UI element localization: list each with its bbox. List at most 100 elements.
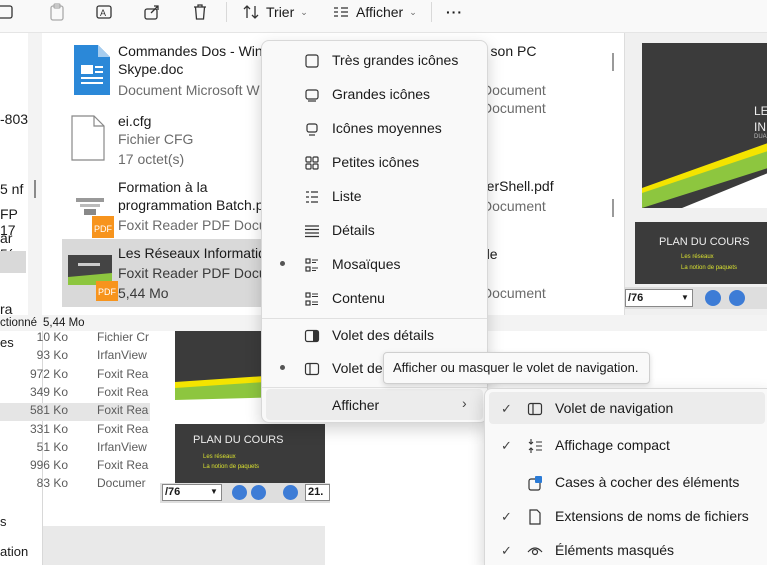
last-page-icon[interactable]	[251, 485, 266, 500]
delete-button[interactable]	[191, 0, 209, 24]
scrollbar-thumb[interactable]	[612, 53, 614, 71]
more-options-button[interactable]: ···	[446, 0, 463, 24]
sort-button[interactable]: Trier ⌄	[242, 0, 308, 24]
extra-large-icons-icon	[305, 54, 319, 68]
file-name-fragment: r son PC	[482, 43, 537, 59]
file-name: Formation à la	[118, 179, 208, 195]
file-type: Document Microsoft W	[118, 82, 260, 98]
selected-bullet-icon	[280, 261, 285, 266]
list-icon	[306, 191, 318, 203]
view-label: Afficher	[356, 4, 404, 20]
background-strip	[43, 526, 325, 565]
scrollbar-thumb[interactable]	[612, 199, 614, 217]
file-type: Foxit Reader PDF Docur	[118, 265, 272, 281]
list-item[interactable]: 83 Ko Documer	[0, 476, 150, 494]
list-item[interactable]: 331 Ko Foxit Rea	[0, 422, 150, 440]
compact-view-icon	[528, 439, 542, 453]
menu-item-small-icons[interactable]: Petites icônes	[266, 146, 483, 178]
share-icon	[144, 5, 159, 20]
copy-button[interactable]	[0, 0, 16, 24]
navigation-pane-icon	[527, 402, 543, 416]
medium-icons-icon	[306, 123, 318, 136]
paste-button[interactable]	[48, 0, 66, 24]
chevron-right-icon: ›	[462, 395, 467, 411]
navigation-pane-icon	[304, 362, 320, 376]
pdf-file-icon: PDF	[72, 188, 114, 238]
rename-icon: A	[96, 5, 112, 19]
menu-item-extra-large-icons[interactable]: Très grandes icônes	[266, 44, 483, 76]
check-icon: ✓	[501, 401, 512, 416]
toolbar-separator	[226, 2, 227, 22]
list-item[interactable]: 93 Ko IrfanView	[0, 348, 150, 366]
list-item[interactable]: 972 Ko Foxit Rea	[0, 367, 150, 385]
nav-fragment: es	[0, 335, 14, 350]
slide-thumbnail[interactable]: LES INI DUA	[642, 43, 767, 208]
pdf-nav-bar: /76 ▼	[625, 287, 767, 309]
large-icons-icon	[305, 89, 319, 102]
nav-fragment: ation	[0, 544, 29, 559]
file-name-fragment: rerShell.pdf	[482, 178, 554, 194]
last-page-icon[interactable]	[729, 290, 745, 306]
sort-label: Trier	[266, 4, 295, 20]
slide-thumbnail[interactable]: PLAN DU COURS Les réseaux La notion de p…	[635, 222, 767, 284]
file-name-line2: programmation Batch.p	[118, 197, 264, 213]
chevron-down-icon: ⌄	[300, 6, 308, 17]
file-size: 17 octet(s)	[118, 151, 185, 167]
details-pane-icon	[304, 329, 320, 343]
menu-item-details-pane[interactable]: Volet des détails	[266, 319, 483, 351]
file-size: 5,44 Mo	[118, 285, 169, 301]
file-type-fragment: Document	[482, 285, 546, 301]
dropdown-icon[interactable]: ▼	[210, 487, 218, 496]
submenu-item-file-extensions[interactable]: ✓ Extensions de noms de fichiers	[489, 500, 765, 532]
hidden-items-icon	[527, 547, 543, 556]
file-type-fragment: Document	[482, 82, 546, 98]
list-item[interactable]: 996 Ko Foxit Rea	[0, 458, 150, 476]
menu-item-show[interactable]: Afficher ›	[266, 389, 483, 420]
sort-icon	[243, 5, 259, 19]
status-selected: ctionné	[0, 317, 38, 329]
zoom-input[interactable]: 21.	[305, 484, 330, 501]
rename-button[interactable]: A	[95, 0, 113, 24]
tooltip: Afficher ou masquer le volet de navigati…	[383, 352, 650, 384]
slide-thumbnail[interactable]: PLAN DU COURS Les réseaux La notion de p…	[175, 424, 325, 484]
file-name-line2: Skype.doc	[118, 61, 184, 77]
menu-item-details[interactable]: Détails	[266, 214, 483, 246]
file-type-fragment: Document	[482, 198, 546, 214]
list-item-selected[interactable]: 581 Ko Foxit Rea	[0, 403, 150, 421]
file-type: Fichier CFG	[118, 131, 194, 147]
nav-fragment: s	[0, 514, 7, 529]
toolbar-separator	[431, 2, 432, 22]
menu-item-large-icons[interactable]: Grandes icônes	[266, 78, 483, 110]
copy-icon	[0, 5, 13, 19]
next-page-icon[interactable]	[705, 290, 721, 306]
file-name: Commandes Dos - Win	[118, 43, 263, 59]
next-page-icon[interactable]	[232, 485, 247, 500]
submenu-item-compact-view[interactable]: ✓ Affichage compact	[489, 429, 765, 461]
pdf-nav-bar: /76 ▼ 21.	[160, 483, 330, 503]
small-icons-icon	[305, 156, 319, 170]
paste-icon	[50, 3, 64, 21]
menu-separator	[262, 387, 487, 388]
menu-item-list[interactable]: Liste	[266, 180, 483, 212]
preview-pane: LES INI DUA PLAN DU COURS Les réseaux La…	[624, 33, 767, 315]
share-button[interactable]	[143, 0, 161, 24]
checkbox-icon	[528, 476, 542, 491]
menu-item-medium-icons[interactable]: Icônes moyennes	[266, 112, 483, 144]
dropdown-icon[interactable]: ▼	[681, 293, 689, 302]
nav-item-selected[interactable]	[0, 251, 26, 273]
zoom-in-icon[interactable]	[283, 485, 298, 500]
view-icon	[334, 7, 348, 17]
submenu-item-item-checkboxes[interactable]: Cases à cocher des éléments	[489, 466, 765, 498]
list-item[interactable]: 349 Ko Foxit Rea	[0, 385, 150, 403]
file-name: ei.cfg	[118, 113, 152, 129]
file-type-fragment: Document	[482, 100, 546, 116]
submenu-item-hidden-items[interactable]: ✓ Éléments masqués	[489, 534, 765, 565]
menu-item-tiles[interactable]: Mosaïques	[266, 248, 483, 280]
view-button[interactable]: Afficher ⌄	[332, 0, 417, 24]
scrollbar-thumb[interactable]	[34, 180, 36, 198]
menu-item-content[interactable]: Contenu	[266, 282, 483, 314]
submenu-item-navigation-pane[interactable]: ✓ Volet de navigation	[489, 392, 765, 424]
tiles-icon	[305, 258, 318, 272]
list-item[interactable]: 51 Ko IrfanView	[0, 440, 150, 458]
svg-text:PDF: PDF	[94, 224, 113, 234]
